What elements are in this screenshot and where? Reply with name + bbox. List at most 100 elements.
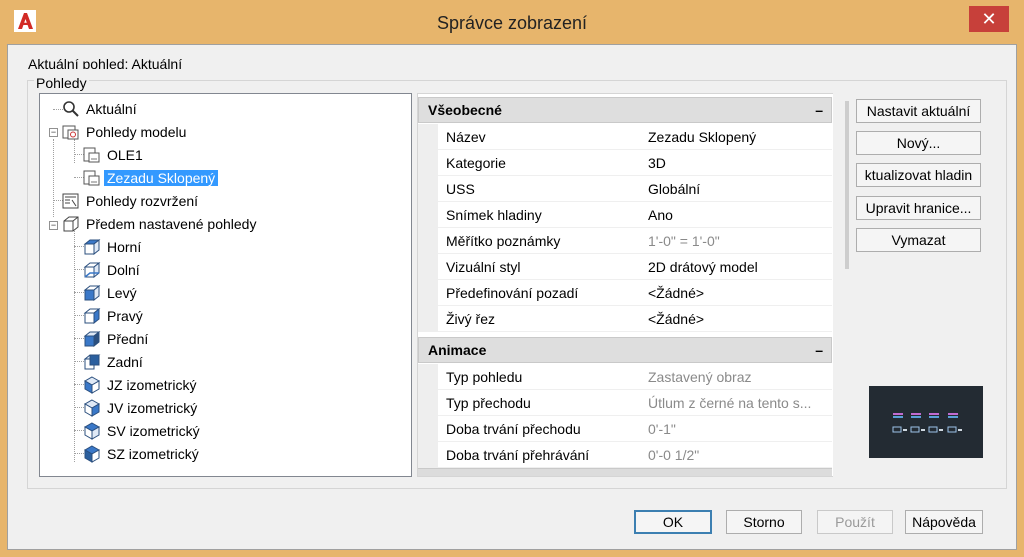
bottom-view-icon bbox=[83, 261, 101, 279]
property-row[interactable]: USS Globální bbox=[418, 176, 832, 202]
title-bar: Správce zobrazení ✕ bbox=[0, 0, 1024, 44]
category-general[interactable]: Všeobecné – bbox=[418, 97, 832, 123]
property-row-gutter bbox=[418, 280, 438, 306]
magnifier-icon bbox=[63, 101, 79, 117]
tree-item-label: Levý bbox=[107, 285, 137, 301]
property-name: Snímek hladiny bbox=[446, 207, 542, 223]
property-row[interactable]: Doba trvání přechodu 0'-1" bbox=[418, 416, 832, 442]
new-view-button[interactable]: Nový... bbox=[856, 131, 981, 155]
collapse-general-button[interactable]: – bbox=[815, 98, 823, 122]
tree-item-nw-iso[interactable]: SZ izometrický bbox=[83, 443, 202, 465]
edit-boundaries-button[interactable]: Upravit hranice... bbox=[856, 196, 981, 220]
property-value[interactable]: 2D drátový model bbox=[648, 254, 828, 280]
tree-item-se-iso[interactable]: JV izometrický bbox=[83, 397, 200, 419]
property-row[interactable]: Měřítko poznámky 1'-0" = 1'-0" bbox=[418, 228, 832, 254]
collapse-animation-button[interactable]: – bbox=[815, 338, 823, 362]
apply-button[interactable]: Použít bbox=[817, 510, 893, 534]
property-row[interactable]: Snímek hladiny Ano bbox=[418, 202, 832, 228]
property-row[interactable]: Vizuální styl 2D drátový model bbox=[418, 254, 832, 280]
tree-item-label: Pohledy rozvržení bbox=[86, 193, 199, 209]
property-row-gutter bbox=[418, 150, 438, 176]
tree-item-label: Zezadu Sklopený bbox=[104, 170, 219, 186]
update-layers-button[interactable]: ktualizovat hladin bbox=[856, 163, 981, 187]
back-view-icon bbox=[83, 354, 101, 370]
tree-item-current[interactable]: Aktuální bbox=[62, 98, 140, 120]
named-view-icon bbox=[83, 170, 100, 186]
property-row-gutter bbox=[418, 202, 438, 228]
property-row[interactable]: Typ přechodu Útlum z černé na tento s... bbox=[418, 390, 832, 416]
delete-button[interactable]: Vymazat bbox=[856, 228, 981, 252]
cancel-button[interactable]: Storno bbox=[726, 510, 802, 534]
view-manager-dialog: Správce zobrazení ✕ Aktuální pohled: Akt… bbox=[0, 0, 1024, 557]
tree-item-label: OLE1 bbox=[107, 147, 143, 163]
tree-item-preset-views[interactable]: Předem nastavené pohledy bbox=[62, 213, 259, 235]
property-row[interactable]: Předefinování pozadí <Žádné> bbox=[418, 280, 832, 306]
tree-item-left[interactable]: Levý bbox=[83, 282, 140, 304]
property-name: Předefinování pozadí bbox=[446, 285, 579, 301]
front-view-icon bbox=[83, 330, 101, 348]
tree-item-top[interactable]: Horní bbox=[83, 236, 144, 258]
dialog-body: Aktuální pohled: Aktuální Pohledy − − Ak… bbox=[7, 44, 1017, 550]
property-row-gutter bbox=[418, 306, 438, 332]
tree-item-label: Přední bbox=[107, 331, 149, 347]
tree-item-label: Dolní bbox=[107, 262, 140, 278]
property-value[interactable]: <Žádné> bbox=[648, 306, 828, 332]
views-tree[interactable]: − − Aktuální Pohledy modelu OLE1 Zezadu … bbox=[39, 93, 412, 477]
preset-views-icon bbox=[63, 216, 79, 232]
tree-connector bbox=[74, 231, 75, 462]
tree-item-back[interactable]: Zadní bbox=[83, 351, 146, 373]
view-preview-thumbnail bbox=[869, 386, 983, 458]
property-name: Název bbox=[446, 129, 486, 145]
category-animation[interactable]: Animace – bbox=[418, 337, 832, 363]
property-row[interactable]: Doba trvání přehrávání 0'-0 1/2" bbox=[418, 442, 832, 468]
tree-item-ne-iso[interactable]: SV izometrický bbox=[83, 420, 203, 442]
close-button[interactable]: ✕ bbox=[969, 6, 1009, 32]
property-row[interactable]: Živý řez <Žádné> bbox=[418, 306, 832, 332]
category-animation-label: Animace bbox=[428, 342, 487, 358]
collapse-preset-views-toggle[interactable]: − bbox=[49, 221, 58, 230]
property-name: USS bbox=[446, 181, 475, 197]
property-name: Typ pohledu bbox=[446, 369, 523, 385]
property-value: 0'-0 1/2" bbox=[648, 447, 700, 463]
property-name: Měřítko poznámky bbox=[446, 233, 561, 249]
tree-item-label: Aktuální bbox=[86, 101, 137, 117]
tree-item-layout-views[interactable]: Pohledy rozvržení bbox=[62, 190, 201, 212]
property-name: Doba trvání přechodu bbox=[446, 421, 581, 437]
property-value[interactable]: Globální bbox=[648, 176, 828, 202]
window-title: Správce zobrazení bbox=[436, 13, 588, 33]
property-value: Zastavený obraz bbox=[648, 369, 752, 385]
tree-item-label: Pravý bbox=[107, 308, 143, 324]
property-value: Útlum z černé na tento s... bbox=[648, 395, 812, 411]
property-value[interactable]: Zezadu Sklopený bbox=[648, 124, 828, 150]
tree-item-bottom[interactable]: Dolní bbox=[83, 259, 143, 281]
tree-item-label: JV izometrický bbox=[107, 400, 198, 416]
property-value: 1'-0" = 1'-0" bbox=[648, 233, 720, 249]
property-name: Kategorie bbox=[446, 155, 506, 171]
help-button[interactable]: Nápověda bbox=[905, 510, 983, 534]
property-value[interactable]: Ano bbox=[648, 202, 828, 228]
property-row[interactable]: Typ pohledu Zastavený obraz bbox=[418, 364, 832, 390]
tree-item-model-views[interactable]: Pohledy modelu bbox=[62, 121, 189, 143]
property-row-gutter bbox=[418, 228, 438, 254]
tree-item-label: Horní bbox=[107, 239, 142, 255]
tree-item-label: Předem nastavené pohledy bbox=[86, 216, 257, 232]
tree-item-zezadu-sklopeny[interactable]: Zezadu Sklopený bbox=[83, 167, 219, 189]
tree-item-front[interactable]: Přední bbox=[83, 328, 151, 350]
property-value[interactable]: <Žádné> bbox=[648, 280, 828, 306]
tree-item-sw-iso[interactable]: JZ izometrický bbox=[83, 374, 199, 396]
side-buttons-scrollbar[interactable] bbox=[845, 101, 849, 269]
right-view-icon bbox=[83, 307, 101, 325]
ne-iso-view-icon bbox=[83, 422, 101, 440]
tree-item-ole1[interactable]: OLE1 bbox=[83, 144, 146, 166]
collapse-model-views-toggle[interactable]: − bbox=[49, 128, 58, 137]
property-row-gutter bbox=[418, 254, 438, 280]
set-current-button[interactable]: Nastavit aktuální bbox=[856, 99, 981, 123]
property-row[interactable]: Kategorie 3D bbox=[418, 150, 832, 176]
ok-button[interactable]: OK bbox=[634, 510, 712, 534]
tree-connector bbox=[53, 139, 54, 217]
property-row-gutter bbox=[418, 124, 438, 150]
tree-item-right[interactable]: Pravý bbox=[83, 305, 146, 327]
left-view-icon bbox=[83, 284, 101, 302]
property-row[interactable]: Název Zezadu Sklopený bbox=[418, 124, 832, 150]
property-value[interactable]: 3D bbox=[648, 150, 828, 176]
